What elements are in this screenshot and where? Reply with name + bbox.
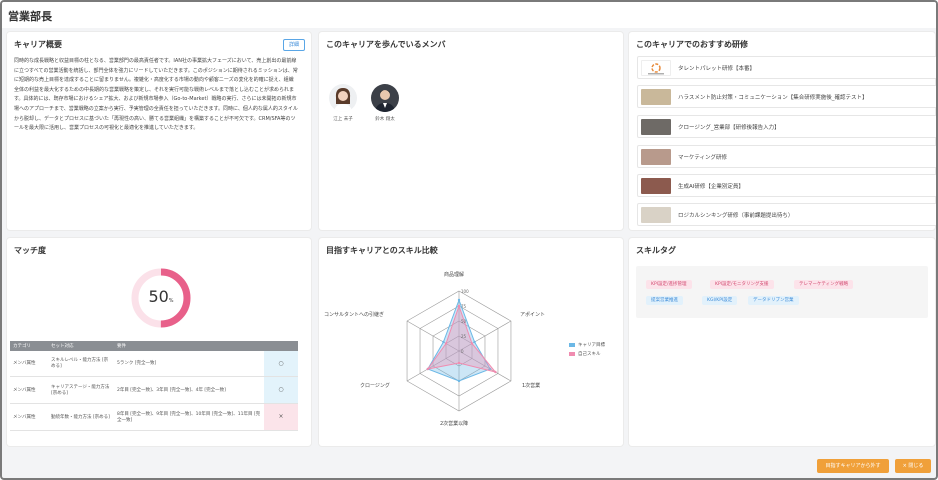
- table-header-row: カテゴリ セット対応 要件: [10, 341, 298, 351]
- training-item[interactable]: 生成AI研修【企業別定員】: [637, 174, 936, 197]
- legend-swatch: [569, 352, 575, 356]
- radar-legend: キャリア目標 自己スキル: [569, 342, 605, 360]
- radar-axis-label: アポイント: [520, 312, 546, 318]
- page-title: 営業部長: [8, 10, 52, 23]
- radar-axis-label: 1次営業: [522, 383, 541, 389]
- row-set: キャリアステージ・能力方法 [宗める]: [48, 376, 114, 404]
- trainings-card: このキャリアでのおすすめ研修 タレントパレット研修【本番】 ハラスメント防止対策…: [629, 32, 936, 230]
- radar-tick-label: 75: [461, 304, 467, 309]
- legend-item: 自己スキル: [569, 351, 605, 357]
- radar-axis-label: 商品理解: [444, 272, 465, 278]
- row-result: ○: [264, 351, 298, 377]
- radar-point: [457, 304, 461, 308]
- training-item[interactable]: ハラスメント防止対策・コミュニケーション【集合研修実施後_確認テスト】: [637, 85, 936, 108]
- legend-swatch: [569, 343, 575, 347]
- members-title: このキャリアを歩んでいるメンバ: [326, 40, 446, 49]
- training-label: ロジカルシンキング研修（事前課題提出待ち）: [678, 213, 794, 219]
- legend-item: キャリア目標: [569, 342, 605, 348]
- row-set: スキルレベル・能力方法 [宗める]: [48, 351, 114, 377]
- member-name: 江上 未子: [333, 117, 353, 122]
- radar-point: [442, 340, 445, 344]
- career-overview-card: キャリア概要 詳細 同時的な成長戦略と収益目標の柱となる、営業部門の最高責任者で…: [7, 32, 311, 230]
- column-header: 要件: [114, 341, 264, 351]
- match-table: カテゴリ セット対応 要件 メンバ属性 スキルレベル・能力方法 [宗める] 5ラ…: [10, 341, 298, 431]
- title-bar: 営業部長: [2, 2, 936, 28]
- radar-point: [470, 342, 474, 345]
- radar-tick-label: 100: [461, 289, 469, 294]
- skill-tag: テレマーケティング戦略: [794, 280, 854, 289]
- trainings-title: このキャリアでのおすすめ研修: [636, 40, 748, 49]
- training-item[interactable]: ロジカルシンキング研修（事前課題提出待ち）: [637, 203, 936, 226]
- training-thumbnail: [641, 207, 671, 223]
- legend-label: 自己スキル: [578, 352, 601, 357]
- member-name: 鈴木 翔太: [375, 117, 395, 122]
- radar-point: [444, 342, 448, 345]
- training-label: 生成AI研修【企業別定員】: [678, 184, 744, 190]
- remove-target-career-button[interactable]: 目指すキャリアから外す: [817, 459, 889, 473]
- column-header: セット対応: [48, 341, 114, 351]
- training-label: タレントパレット研修【本番】: [678, 66, 756, 72]
- radar-point: [426, 367, 430, 371]
- skill-tag: KPI設定/モニタリング支援: [710, 280, 774, 289]
- row-requirement: 2年目 [完全一致]、3年目 [完全一致]、4年 [完全一致]: [114, 376, 264, 404]
- radar-point: [457, 361, 461, 365]
- match-donut: 50%: [130, 267, 192, 329]
- training-thumbnail: [641, 149, 671, 165]
- row-category: メンバ属性: [10, 403, 48, 431]
- row-set: 勤続年数・能力方法 [宗める]: [48, 403, 114, 431]
- career-overview-title: キャリア概要: [14, 40, 62, 49]
- radar-point: [457, 298, 461, 302]
- training-logo-icon: [641, 60, 671, 76]
- radar-tick-label: 25: [461, 334, 467, 339]
- member-item[interactable]: 鈴木 翔太: [369, 84, 401, 122]
- training-thumbnail: [641, 119, 671, 135]
- training-thumbnail: [641, 89, 671, 105]
- skill-tag: KPI設定/進捗管理: [646, 280, 692, 289]
- radar-axis-label: 2次営業以降: [440, 421, 469, 427]
- row-result: ×: [264, 403, 298, 431]
- radar-point: [473, 340, 476, 344]
- member-avatar: [371, 84, 399, 112]
- training-label: マーケティング研修: [678, 155, 728, 161]
- training-thumbnail: [641, 178, 671, 194]
- members-card: このキャリアを歩んでいるメンバ 江上 未子 鈴木 翔太: [319, 32, 623, 230]
- training-item[interactable]: マーケティング研修: [637, 145, 936, 168]
- table-row: メンバ属性 キャリアステージ・能力方法 [宗める] 2年目 [完全一致]、3年目…: [10, 376, 298, 404]
- row-requirement: 8年目 [完全一致]、9年目 [完全一致]、10年目 [完全一致]、11年目 […: [114, 403, 264, 431]
- member-avatar: [329, 84, 357, 112]
- column-header: [264, 341, 298, 351]
- radar-tick-label: 50: [461, 319, 467, 324]
- column-header: カテゴリ: [10, 341, 48, 351]
- radar-axis-label: コンサルタントへの引継ぎ: [324, 312, 385, 318]
- detail-button[interactable]: 詳細: [283, 39, 305, 51]
- skills-title: スキルタグ: [636, 246, 676, 255]
- career-detail-window: 営業部長 キャリア概要 詳細 同時的な成長戦略と収益目標の柱となる、営業部門の最…: [0, 0, 938, 480]
- skill-tag: データドリブン営業: [748, 296, 799, 305]
- row-requirement: 5ランク [完全一致]: [114, 351, 264, 377]
- match-title: マッチ度: [14, 246, 46, 255]
- training-label: クロージング_営業部【研修後報告入力】: [678, 125, 780, 131]
- row-category: メンバ属性: [10, 376, 48, 404]
- legend-label: キャリア目標: [578, 343, 605, 348]
- training-item[interactable]: タレントパレット研修【本番】: [637, 56, 936, 79]
- skill-tag: 提案営業推進: [646, 296, 683, 305]
- training-label: ハラスメント防止対策・コミュニケーション【集合研修実施後_確認テスト】: [678, 95, 868, 101]
- training-item[interactable]: クロージング_営業部【研修後報告入力】: [637, 115, 936, 138]
- table-row: メンバ属性 スキルレベル・能力方法 [宗める] 5ランク [完全一致] ○: [10, 351, 298, 377]
- radar-axis-label: クロージング: [360, 383, 390, 389]
- radar-point: [457, 379, 461, 383]
- radar-point: [494, 370, 497, 374]
- table-row: メンバ属性 勤続年数・能力方法 [宗める] 8年目 [完全一致]、9年目 [完全…: [10, 403, 298, 431]
- row-result: ○: [264, 376, 298, 404]
- skill-tag-box: KPI設定/進捗管理 KPI設定/モニタリング支援 テレマーケティング戦略 提案…: [636, 266, 928, 318]
- member-item[interactable]: 江上 未子: [327, 84, 359, 122]
- skill-tag: KGI/KPI設定: [702, 296, 738, 305]
- career-overview-text: 同時的な成長戦略と収益目標の柱となる、営業部門の最高責任者です。IAN社の事業拡…: [14, 58, 298, 132]
- row-category: メンバ属性: [10, 351, 48, 377]
- close-button[interactable]: × 閉じる: [895, 459, 931, 473]
- match-value: 50%: [148, 287, 174, 306]
